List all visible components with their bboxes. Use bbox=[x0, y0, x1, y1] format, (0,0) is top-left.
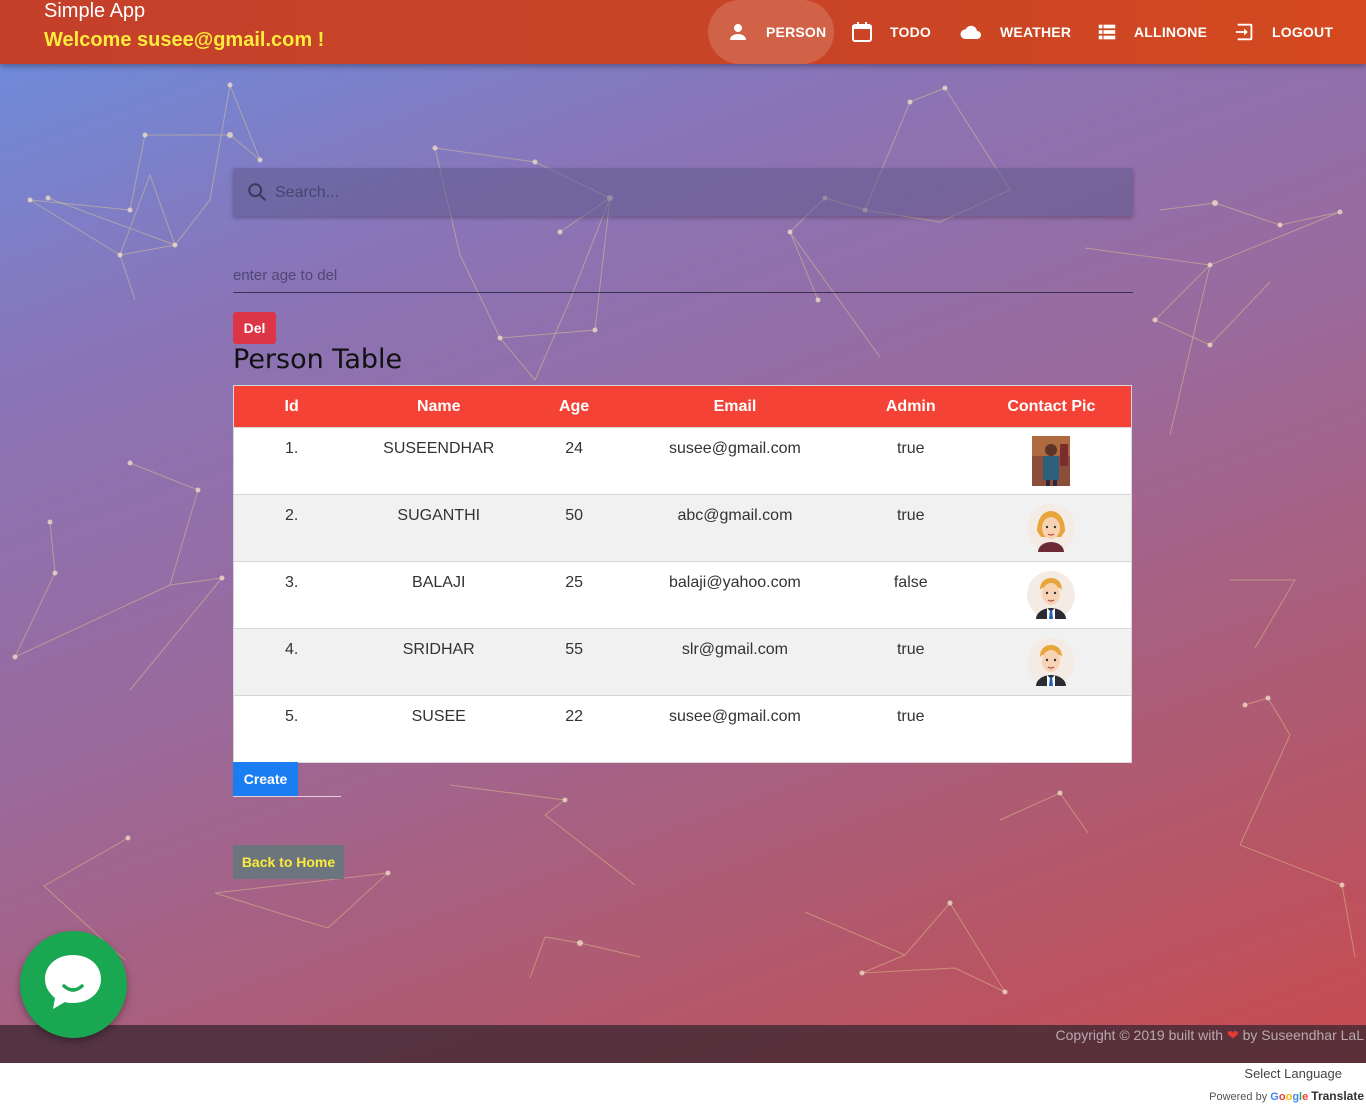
cell-name: BALAJI bbox=[349, 561, 529, 629]
male-avatar-icon[interactable] bbox=[1026, 570, 1076, 620]
cell-id: 4. bbox=[233, 628, 350, 696]
chat-bubble-icon bbox=[45, 955, 101, 1009]
cell-id: 5. bbox=[233, 695, 350, 763]
person-table-title: Person Table bbox=[233, 344, 403, 375]
column-header-age[interactable]: Age bbox=[528, 385, 621, 428]
column-header-admin[interactable]: Admin bbox=[849, 385, 972, 428]
cell-age: 25 bbox=[528, 561, 621, 629]
table-row[interactable]: 3. BALAJI 25 balaji@yahoo.com false bbox=[233, 561, 1132, 629]
table-row[interactable]: 2. SUGANTHI 50 abc@gmail.com true bbox=[233, 494, 1132, 562]
nav-weather[interactable]: WEATHER bbox=[958, 0, 1071, 64]
nav-person[interactable]: PERSON bbox=[726, 0, 826, 64]
contact-photo[interactable] bbox=[1026, 436, 1076, 486]
copyright-text: Copyright © 2019 built with ❤ by Suseend… bbox=[1056, 1027, 1364, 1044]
age-to-delete-input[interactable] bbox=[233, 258, 1133, 293]
table-row[interactable]: 5. SUSEE 22 susee@gmail.com true bbox=[233, 695, 1132, 763]
google-logo: Google bbox=[1270, 1091, 1309, 1103]
select-language-dropdown[interactable]: Select Language bbox=[1244, 1066, 1342, 1081]
person-icon bbox=[730, 24, 746, 40]
divider bbox=[233, 796, 341, 797]
cell-id: 2. bbox=[233, 494, 350, 562]
cloud-icon bbox=[960, 25, 981, 39]
copyright-suffix: by Suseendhar LaL bbox=[1242, 1027, 1364, 1043]
cell-age: 24 bbox=[528, 427, 621, 495]
search-icon bbox=[248, 183, 267, 202]
cell-admin: true bbox=[849, 628, 972, 696]
cell-name: SUGANTHI bbox=[349, 494, 529, 562]
welcome-message: Welcome susee@gmail.com ! bbox=[44, 29, 325, 51]
search-bar bbox=[233, 168, 1133, 218]
cell-contact-pic bbox=[971, 494, 1132, 562]
cell-age: 55 bbox=[528, 628, 621, 696]
nav-logout[interactable]: LOGOUT bbox=[1234, 0, 1333, 64]
table-row[interactable]: 1. SUSEENDHAR 24 susee@gmail.com true bbox=[233, 427, 1132, 495]
cell-admin: true bbox=[849, 427, 972, 495]
nav-person-label: PERSON bbox=[766, 24, 827, 40]
logout-icon bbox=[1235, 23, 1253, 41]
cell-email: balaji@yahoo.com bbox=[620, 561, 850, 629]
cell-admin: false bbox=[849, 561, 972, 629]
person-table: Id Name Age Email Admin Contact Pic 1. S… bbox=[233, 385, 1132, 763]
create-button[interactable]: Create bbox=[233, 762, 298, 796]
table-row[interactable]: 4. SRIDHAR 55 slr@gmail.com true bbox=[233, 628, 1132, 696]
column-header-name[interactable]: Name bbox=[349, 385, 529, 428]
cell-name: SUSEE bbox=[349, 695, 529, 763]
table-header-row: Id Name Age Email Admin Contact Pic bbox=[233, 385, 1132, 428]
powered-by-label: Powered by bbox=[1209, 1091, 1268, 1103]
cell-admin: true bbox=[849, 695, 972, 763]
nav-allinone[interactable]: ALLINONE bbox=[1096, 0, 1207, 64]
cell-id: 1. bbox=[233, 427, 350, 495]
nav-todo-label: TODO bbox=[890, 24, 931, 40]
search-input[interactable] bbox=[273, 168, 1117, 218]
top-app-bar: Simple App Welcome susee@gmail.com ! PER… bbox=[0, 0, 1366, 64]
calendar-icon bbox=[852, 22, 872, 42]
copyright-prefix: Copyright © 2019 built with bbox=[1055, 1027, 1224, 1043]
back-to-home-button[interactable]: Back to Home bbox=[233, 845, 344, 879]
cell-email: susee@gmail.com bbox=[620, 427, 850, 495]
cell-id: 3. bbox=[233, 561, 350, 629]
cell-contact-pic bbox=[971, 427, 1132, 495]
cell-age: 22 bbox=[528, 695, 621, 763]
cell-age: 50 bbox=[528, 494, 621, 562]
cell-name: SRIDHAR bbox=[349, 628, 529, 696]
cell-admin: true bbox=[849, 494, 972, 562]
cell-email: slr@gmail.com bbox=[620, 628, 850, 696]
nav-allinone-label: ALLINONE bbox=[1134, 24, 1208, 40]
list-icon bbox=[1098, 24, 1116, 40]
cell-name: SUSEENDHAR bbox=[349, 427, 529, 495]
cell-email: susee@gmail.com bbox=[620, 695, 850, 763]
nav-weather-label: WEATHER bbox=[1000, 24, 1072, 40]
powered-by-google-translate: Powered by Google Translate bbox=[1209, 1089, 1364, 1103]
nav-logout-label: LOGOUT bbox=[1272, 24, 1334, 40]
female-avatar-icon[interactable] bbox=[1026, 503, 1076, 553]
chat-widget-button[interactable] bbox=[20, 931, 127, 1038]
delete-button[interactable]: Del bbox=[233, 312, 276, 344]
column-header-contact-pic[interactable]: Contact Pic bbox=[971, 385, 1132, 428]
cell-email: abc@gmail.com bbox=[620, 494, 850, 562]
app-title: Simple App bbox=[44, 0, 146, 22]
cell-contact-pic bbox=[971, 561, 1132, 629]
nav-todo[interactable]: TODO bbox=[850, 0, 931, 64]
column-header-id[interactable]: Id bbox=[233, 385, 350, 428]
cell-contact-pic bbox=[971, 695, 1132, 763]
cell-contact-pic bbox=[971, 628, 1132, 696]
translate-link[interactable]: Translate bbox=[1311, 1089, 1364, 1103]
column-header-email[interactable]: Email bbox=[620, 385, 850, 428]
male-avatar-icon[interactable] bbox=[1026, 637, 1076, 687]
heart-icon: ❤ bbox=[1226, 1027, 1239, 1043]
